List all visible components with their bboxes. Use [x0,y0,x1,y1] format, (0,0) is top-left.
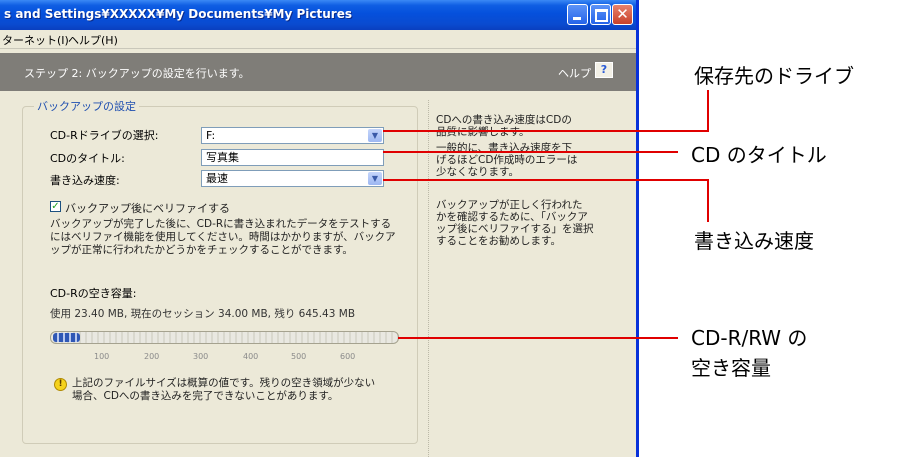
step-header: ステップ 2: バックアップの設定を行います。 ヘルプ ? [0,53,636,91]
hint-line: かを確認するために、「バックア [436,211,588,223]
bar-tick-label: 100 [94,352,110,361]
close-button[interactable]: ✕ [612,4,633,25]
hint-line: ップ後にベリファイする」を選択 [436,223,594,235]
free-space-label: CD-Rの空き容量: [50,287,137,300]
chevron-down-icon[interactable]: ▼ [368,129,382,142]
verify-desc-line: ップが正常に行われたかどうかをチェックすることができます。 [50,244,353,256]
bar-tick-label: 200 [144,352,160,361]
drive-label: CD-Rドライブの選択: [50,129,159,142]
title-bar[interactable]: s and Settings¥XXXXX¥My Documents¥My Pic… [0,0,636,30]
free-space-bar [50,331,399,344]
speed-callout-label: 書き込み速度 [694,229,814,253]
verify-hint-text: バックアップが正しく行われた かを確認するために、「バックア ップ後にベリファイ… [436,199,594,247]
minimize-button[interactable] [567,4,588,25]
bar-tick-label: 500 [291,352,307,361]
help-icon[interactable]: ? [595,62,613,78]
panel-divider [428,100,429,457]
usage-text: 使用 23.40 MB, 現在のセッション 34.00 MB, 残り 645.4… [50,308,356,320]
group-title: バックアップの設定 [34,98,139,114]
space-callout-line1: CD-R/RW の [691,326,808,350]
bar-tick-label: 400 [243,352,259,361]
verify-label[interactable]: バックアップ後にベリファイする [65,200,230,216]
menu-item-help[interactable]: ヘルプ(H) [68,32,118,48]
hint-line: 少なくなります。 [436,166,519,178]
drive-select-value: F: [206,129,216,142]
verify-checkbox[interactable]: ✓ [50,201,61,212]
warning-line: 上記のファイルサイズは概算の値です。残りの空き領域が少ない [72,377,376,389]
cd-title-label: CDのタイトル: [50,152,125,165]
drive-select[interactable]: F: ▼ [201,127,384,144]
space-callout-label: CD-R/RW の 空き容量 [691,323,807,383]
space-callout-line2: 空き容量 [691,356,771,380]
maximize-button[interactable] [590,4,611,25]
title-callout-label: CD のタイトル [691,143,827,167]
warning-icon: ! [54,378,67,391]
hint-line: することをお勧めします。 [436,235,561,247]
speed-error-hint-text: 一般的に、書き込み速度を下 げるほどCD作成時のエラーは 少なくなります。 [436,142,577,178]
verify-desc-line: にはベリファイ機能を使用してください。時間はかかりますが、バックア [50,231,396,243]
close-icon: ✕ [616,5,629,23]
write-speed-label: 書き込み速度: [50,174,120,187]
drive-callout-label: 保存先のドライブ [694,64,854,88]
window-title: s and Settings¥XXXXX¥My Documents¥My Pic… [4,7,352,21]
help-link[interactable]: ヘルプ [558,65,591,81]
hint-line: 品質に影響します。 [436,126,530,138]
verify-desc-line: バックアップが完了した後に、CD-Rに書き込まれたデータをテストする [50,218,392,230]
write-speed-value: 最速 [206,172,228,185]
bar-tick-label: 300 [193,352,209,361]
chevron-down-icon[interactable]: ▼ [368,172,382,185]
verify-description: バックアップが完了した後に、CD-Rに書き込まれたデータをテストする にはベリフ… [50,218,402,257]
bar-tick-label: 600 [340,352,356,361]
write-speed-select[interactable]: 最速 ▼ [201,170,384,187]
step-title: ステップ 2: バックアップの設定を行います。 [24,67,250,80]
hint-line: CDへの書き込み速度はCDの [436,114,572,126]
menu-item-internet[interactable]: ターネット(I) [2,32,69,48]
backup-wizard-window: s and Settings¥XXXXX¥My Documents¥My Pic… [0,0,639,457]
hint-line: げるほどCD作成時のエラーは [436,154,578,166]
hint-line: バックアップが正しく行われた [436,199,583,211]
cd-title-input[interactable]: 写真集 [201,149,384,166]
minimize-icon [568,5,587,24]
menu-bar: ターネット(I) ヘルプ(H) [0,30,636,49]
speed-hint-text: CDへの書き込み速度はCDの 品質に影響します。 [436,114,572,138]
size-warning: 上記のファイルサイズは概算の値です。残りの空き領域が少ない 場合、CDへの書き込… [72,377,375,403]
maximize-icon [591,5,610,24]
used-space-fill [53,333,80,342]
hint-line: 一般的に、書き込み速度を下 [436,142,573,154]
warning-line: 場合、CDへの書き込みを完了できないことがあります。 [72,390,339,402]
